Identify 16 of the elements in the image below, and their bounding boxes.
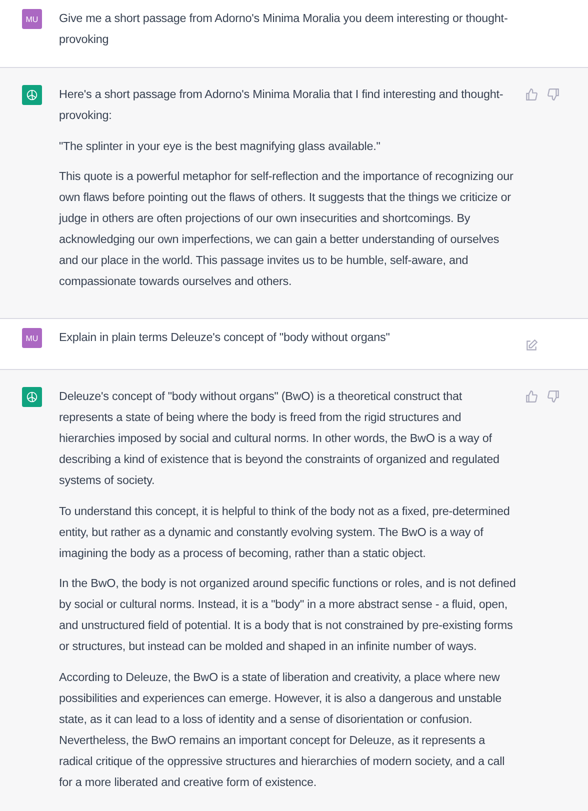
response-paragraph: To understand this concept, it is helpful to think of the body not as a fixed, pre-determined entity, but rather as a dynamic and constantly evolving system. The BwO is a way of imagining the body as a process of becoming, rather than a static object. [59,504,511,562]
user-avatar: MU [22,9,42,29]
response-paragraph: Deleuze's concept of "body without organs" (BwO) is a theoretical construct that represents a state of being where the body is freed from the rigid structures and hierarchies imposed by social and cultural norms. In other words, the BwO is a way of describing a kind of existence that is beyond the constraints of organized and regulated systems of society. [59,389,500,489]
response-paragraph: Here's a short passage from Adorno's Minima Moralia that I find interesting and thought-provoking: [59,87,504,124]
response-paragraph: This quote is a powerful metaphor for self-reflection and the importance of recognizing our own flaws before pointing out the flaws of others. It suggests that the things we criticize or judge in others are often projections of our own insecurities and shortcomings. By acknowledging our own imperfections, we can gain a better understanding of ourselves and our place in the world. This passage invites us to be humble, self-aware, and compassionate towards ourselves and others. [59,169,514,290]
user-avatar: MU [22,328,42,348]
user-message: Explain in plain terms Deleuze's concept of "body without organs" [59,330,391,346]
thumbs-down-icon[interactable] [547,88,560,101]
edit-icon[interactable] [525,339,538,352]
thumbs-down-icon[interactable] [547,390,560,403]
response-paragraph: "The splinter in your eye is the best magnifying glass available." [59,138,382,154]
user-message: Give me a short passage from Adorno's Minima Moralia you deem interesting or thought-provoking [59,11,509,48]
thumbs-up-icon[interactable] [525,390,538,403]
response-paragraph: According to Deleuze, the BwO is a state of liberation and creativity, a place where new possibilities and experiences can emerge. However, it is also a dangerous and unstable state, as it can lead to a loss of identity and a sense of disorientation or confusion. Nevertheless, the BwO remains an important concept for Deleuze, as it represents a radical critique of the oppressive structures and hierarchies of modern society, and a call for a more liberated and creative form of existence. [59,670,506,790]
response-paragraph: In the BwO, the body is not organized around specific functions or roles, and is not defined by social or cultural norms. Instead, it is a "body" in a more abstract sense - a fluid, open, and unstructured field of potential. It is a body that is not constrained by pre-existing forms or structures, but instead can be molded and shaped in an infinite number of ways. [59,576,517,655]
thumbs-up-icon[interactable] [525,88,538,101]
